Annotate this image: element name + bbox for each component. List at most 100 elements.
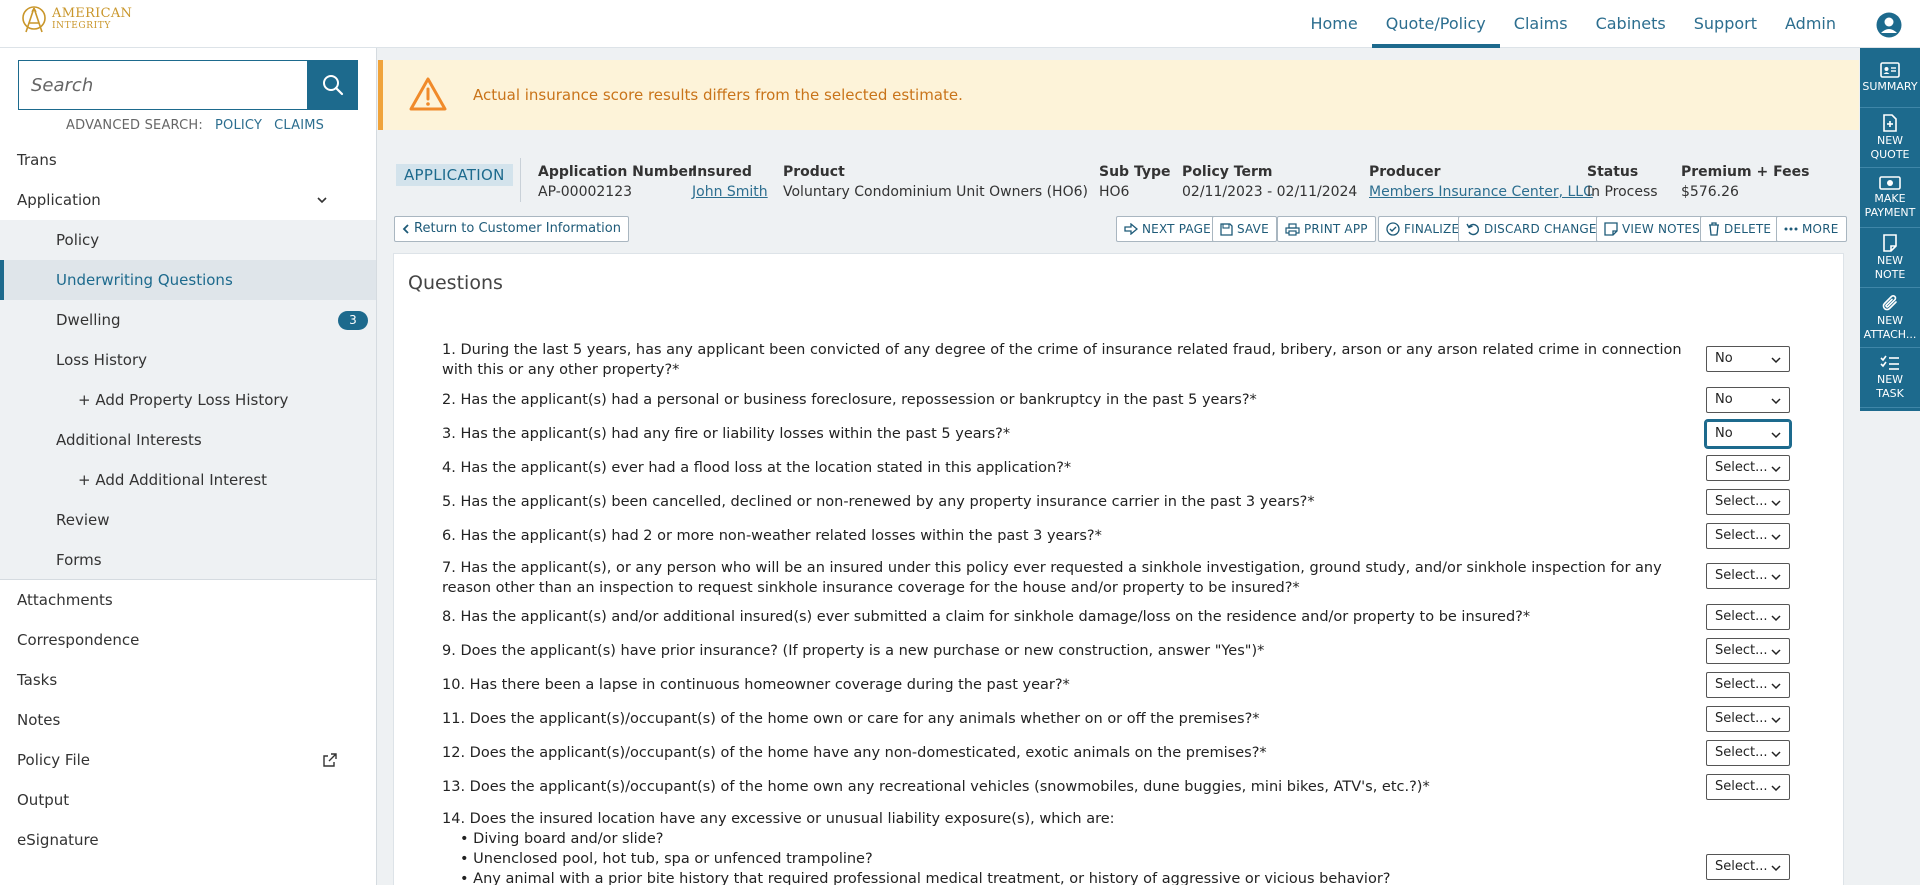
question-1-select[interactable]: No bbox=[1706, 346, 1790, 372]
discard-changes-button[interactable]: DISCARD CHANGES bbox=[1458, 216, 1613, 242]
search-button[interactable] bbox=[308, 60, 358, 110]
question-11-select[interactable]: Select... bbox=[1706, 706, 1790, 732]
next-page-button[interactable]: NEXT PAGE bbox=[1116, 216, 1219, 242]
insured-link[interactable]: John Smith bbox=[692, 182, 768, 202]
sidebar-item-policy[interactable]: Policy bbox=[0, 220, 376, 260]
question-5-select[interactable]: Select... bbox=[1706, 489, 1790, 515]
question-14-select[interactable]: Select... bbox=[1706, 854, 1790, 880]
user-account-icon[interactable] bbox=[1876, 12, 1902, 38]
chevron-down-icon bbox=[1771, 717, 1781, 724]
id-card-icon bbox=[1880, 61, 1900, 78]
sidebar-item-correspondence[interactable]: Correspondence bbox=[0, 620, 376, 660]
info-value: 02/11/2023 - 02/11/2024 bbox=[1182, 184, 1358, 200]
sidebar-item-label: Loss History bbox=[56, 351, 148, 369]
select-value: Select... bbox=[1715, 859, 1768, 874]
advanced-search-policy-link[interactable]: POLICY bbox=[215, 118, 262, 133]
question-7-select[interactable]: Select... bbox=[1706, 563, 1790, 589]
select-value: No bbox=[1715, 392, 1733, 407]
view-notes-button[interactable]: VIEW NOTES bbox=[1596, 216, 1708, 242]
sidebar-nav: Trans Application Policy Underwriting Qu… bbox=[0, 140, 376, 860]
finalize-button[interactable]: FINALIZE bbox=[1378, 216, 1468, 242]
info-policy-term: Policy Term 02/11/2023 - 02/11/2024 bbox=[1182, 162, 1357, 202]
sidebar-item-esignature[interactable]: eSignature bbox=[0, 820, 376, 860]
sidebar-item-add-property-loss-history[interactable]: + Add Property Loss History bbox=[0, 380, 376, 420]
chevron-down-icon bbox=[1771, 466, 1781, 473]
question-13-select[interactable]: Select... bbox=[1706, 774, 1790, 800]
sidebar-item-add-additional-interest[interactable]: + Add Additional Interest bbox=[0, 460, 376, 500]
return-to-customer-button[interactable]: Return to Customer Information bbox=[394, 216, 629, 242]
question-6-select[interactable]: Select... bbox=[1706, 523, 1790, 549]
sidebar-item-trans[interactable]: Trans bbox=[0, 140, 376, 180]
info-label: Insured bbox=[692, 164, 752, 180]
select-value: Select... bbox=[1715, 528, 1768, 543]
info-product: Product Voluntary Condominium Unit Owner… bbox=[783, 162, 1088, 202]
rail-new-attachment-button[interactable]: NEW ATTACH... bbox=[1860, 288, 1920, 348]
rail-label: NEW NOTE bbox=[1874, 253, 1906, 281]
question-8: 8. Has the applicant(s) and/or additiona… bbox=[442, 609, 1531, 625]
sidebar-item-label: Underwriting Questions bbox=[56, 271, 233, 289]
sidebar-item-additional-interests[interactable]: Additional Interests bbox=[0, 420, 376, 460]
sidebar-item-label: eSignature bbox=[17, 831, 99, 849]
chevron-down-icon bbox=[1771, 534, 1781, 541]
rail-make-payment-button[interactable]: MAKE PAYMENT bbox=[1860, 168, 1920, 228]
alert-message: Actual insurance score results differs f… bbox=[473, 86, 963, 104]
question-9: 9. Does the applicant(s) have prior insu… bbox=[442, 643, 1265, 659]
nav-quote-policy[interactable]: Quote/Policy bbox=[1371, 0, 1500, 48]
check-circle-icon bbox=[1386, 222, 1400, 236]
question-14-text: 14. Does the insured location have any e… bbox=[442, 811, 1115, 827]
nav-support[interactable]: Support bbox=[1680, 0, 1771, 48]
brand-line-1: AMERICAN bbox=[52, 6, 133, 21]
sidebar-item-application[interactable]: Application bbox=[0, 180, 376, 220]
info-label: Product bbox=[783, 164, 845, 180]
sidebar-item-output[interactable]: Output bbox=[0, 780, 376, 820]
question-8-select[interactable]: Select... bbox=[1706, 604, 1790, 630]
rail-new-quote-button[interactable]: NEW QUOTE bbox=[1860, 108, 1920, 168]
question-14-bullet: • Unenclosed pool, hot tub, spa or unfen… bbox=[460, 851, 873, 867]
rail-summary-button[interactable]: SUMMARY bbox=[1860, 48, 1920, 108]
question-4-select[interactable]: Select... bbox=[1706, 455, 1790, 481]
brand-logo-mark-icon bbox=[22, 6, 46, 33]
info-value: $576.26 bbox=[1681, 184, 1739, 200]
sidebar-item-label: Tasks bbox=[17, 671, 58, 689]
question-3-select[interactable]: No bbox=[1704, 419, 1792, 449]
button-label: PRINT APP bbox=[1304, 222, 1368, 236]
sidebar-item-review[interactable]: Review bbox=[0, 500, 376, 540]
producer-link[interactable]: Members Insurance Center, LLC bbox=[1369, 182, 1593, 202]
question-13: 13. Does the applicant(s)/occupant(s) of… bbox=[442, 779, 1430, 795]
search-box bbox=[18, 60, 358, 110]
question-10-select[interactable]: Select... bbox=[1706, 672, 1790, 698]
search-input[interactable] bbox=[18, 60, 308, 110]
advanced-search-claims-link[interactable]: CLAIMS bbox=[274, 118, 324, 133]
left-sidebar: ADVANCED SEARCH: POLICY CLAIMS Trans Appli… bbox=[0, 48, 377, 885]
nav-cabinets[interactable]: Cabinets bbox=[1582, 0, 1680, 48]
save-button[interactable]: SAVE bbox=[1212, 216, 1277, 242]
chevron-left-icon bbox=[402, 224, 409, 234]
print-app-button[interactable]: PRINT APP bbox=[1277, 216, 1376, 242]
sidebar-item-attachments[interactable]: Attachments bbox=[0, 580, 376, 620]
info-producer: Producer Members Insurance Center, LLC bbox=[1369, 162, 1593, 202]
rail-new-note-button[interactable]: NEW NOTE bbox=[1860, 228, 1920, 288]
nav-claims[interactable]: Claims bbox=[1500, 0, 1582, 48]
sidebar-item-dwelling[interactable]: Dwelling 3 bbox=[0, 300, 376, 340]
action-rail: SUMMARY NEW QUOTE MAKE PAYMENT NEW NOTE … bbox=[1860, 48, 1920, 411]
delete-button[interactable]: DELETE bbox=[1700, 216, 1780, 242]
select-value: Select... bbox=[1715, 609, 1768, 624]
question-2-select[interactable]: No bbox=[1706, 387, 1790, 413]
search-icon bbox=[323, 75, 344, 96]
rail-label: NEW TASK bbox=[1876, 372, 1904, 400]
brand-logo[interactable]: AMERICAN INTEGRITY bbox=[20, 4, 132, 36]
sidebar-item-underwriting-questions[interactable]: Underwriting Questions bbox=[0, 260, 376, 300]
rail-new-task-button[interactable]: NEW TASK bbox=[1860, 348, 1920, 408]
question-9-select[interactable]: Select... bbox=[1706, 638, 1790, 664]
sidebar-item-forms[interactable]: Forms bbox=[0, 540, 376, 580]
sidebar-item-notes[interactable]: Notes bbox=[0, 700, 376, 740]
button-label: NEXT PAGE bbox=[1142, 222, 1211, 236]
more-button[interactable]: MORE bbox=[1776, 216, 1847, 242]
sidebar-item-loss-history[interactable]: Loss History bbox=[0, 340, 376, 380]
nav-admin[interactable]: Admin bbox=[1771, 0, 1850, 48]
nav-home[interactable]: Home bbox=[1296, 0, 1371, 48]
question-12-select[interactable]: Select... bbox=[1706, 740, 1790, 766]
sidebar-item-policy-file[interactable]: Policy File bbox=[0, 740, 376, 780]
sidebar-item-tasks[interactable]: Tasks bbox=[0, 660, 376, 700]
info-value: AP-00002123 bbox=[538, 184, 633, 200]
